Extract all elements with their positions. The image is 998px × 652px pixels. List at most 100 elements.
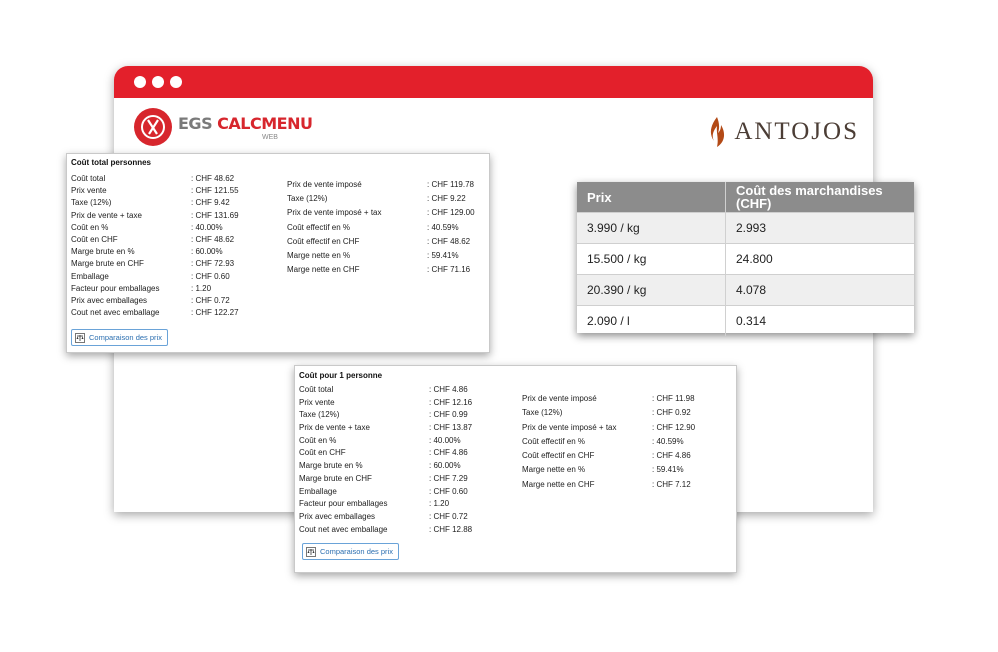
compare-prices-label: Comparaison des prix bbox=[320, 547, 393, 556]
cutlery-icon bbox=[134, 108, 172, 146]
stage: EGS CALCMENU WEB ANTOJOS Coût total pers… bbox=[0, 0, 998, 652]
list-item: Coût effectif en CHF: CHF 4.86 bbox=[522, 451, 732, 465]
logo-sub-web: WEB bbox=[262, 134, 278, 141]
item-label: Coût en CHF bbox=[299, 448, 346, 458]
list-item: Marge brute en CHF: CHF 7.29 bbox=[299, 474, 489, 487]
item-value: : CHF 48.62 bbox=[191, 234, 235, 244]
table-cell-cost: 24.800 bbox=[725, 243, 914, 275]
list-item: Emballage : CHF 0.60 bbox=[299, 487, 489, 500]
item-label: Coût en CHF bbox=[71, 234, 118, 244]
item-label: Marge nette en CHF bbox=[287, 265, 360, 275]
item-value: : CHF 0.99 bbox=[429, 410, 468, 420]
list-item: Prix de vente imposé: CHF 11.98 bbox=[522, 394, 732, 408]
item-value: : CHF 4.86 bbox=[429, 448, 468, 458]
item-value: : 40.00% bbox=[429, 435, 461, 445]
list-item: Prix avec emballages: CHF 0.72 bbox=[71, 296, 261, 308]
item-label: Marge brute en % bbox=[71, 247, 135, 257]
compare-prices-button[interactable]: Comparaison des prix bbox=[71, 329, 168, 346]
item-value: : 40.00% bbox=[191, 222, 223, 232]
table-cell-price: 20.390 / kg bbox=[577, 274, 726, 306]
list-item: Marge brute en % : 60.00% bbox=[71, 247, 261, 259]
item-value: : 40.59% bbox=[652, 436, 684, 446]
person-left-list: Coût total: CHF 4.86 Prix vente: CHF 12.1… bbox=[299, 385, 489, 537]
item-value: : CHF 11.98 bbox=[652, 394, 695, 403]
list-item: Prix de vente imposé: CHF 119.78 bbox=[287, 180, 487, 194]
item-label: Prix vente bbox=[299, 397, 335, 407]
list-item: Coût total: CHF 48.62 bbox=[71, 174, 261, 186]
item-label: Coût total bbox=[71, 174, 106, 183]
item-value: : CHF 4.86 bbox=[652, 451, 691, 461]
item-value: : 60.00% bbox=[191, 247, 223, 257]
item-value: : CHF 7.29 bbox=[429, 473, 468, 483]
scale-icon bbox=[306, 546, 316, 557]
item-value: : CHF 12.88 bbox=[429, 524, 473, 534]
list-item: Taxe (12%): CHF 9.42 bbox=[71, 198, 261, 210]
item-value: : 60.00% bbox=[429, 461, 461, 471]
item-label: Taxe (12%) bbox=[522, 408, 563, 418]
item-label: Coût en % bbox=[71, 222, 109, 232]
person-right-list: Prix de vente imposé: CHF 11.98 Taxe (12%… bbox=[522, 394, 732, 494]
list-item: Prix vente: CHF 121.55 bbox=[71, 186, 261, 198]
item-label: Cout net avec emballage bbox=[71, 308, 160, 318]
item-label: Marge nette en % bbox=[522, 465, 586, 475]
list-item: Prix de vente imposé + tax: CHF 12.90 bbox=[522, 423, 732, 437]
list-item: Emballage : CHF 0.60 bbox=[71, 272, 261, 284]
item-label: Prix de vente + taxe bbox=[299, 423, 370, 433]
item-value: : 40.59% bbox=[427, 222, 459, 232]
list-item: Marge nette en CHF: CHF 7.12 bbox=[522, 480, 732, 494]
list-item: Coût effectif en % : 40.59% bbox=[522, 437, 732, 451]
list-item: Prix avec emballages: CHF 0.72 bbox=[299, 512, 489, 525]
item-label: Marge brute en % bbox=[299, 461, 363, 471]
item-label: Coût effectif en % bbox=[287, 222, 350, 232]
item-value: : CHF 4.86 bbox=[429, 385, 468, 394]
window-dot-icon[interactable] bbox=[152, 76, 164, 88]
item-label: Coût total bbox=[299, 385, 334, 394]
window-dot-icon[interactable] bbox=[170, 76, 182, 88]
list-item: Taxe (12%): CHF 0.99 bbox=[299, 410, 489, 423]
item-value: : CHF 119.78 bbox=[427, 180, 474, 189]
list-item: Marge nette en %: 59.41% bbox=[287, 251, 487, 265]
compare-prices-label: Comparaison des prix bbox=[89, 333, 162, 342]
price-table: Prix Coût des marchandises (CHF) 3.990 /… bbox=[577, 182, 914, 336]
panel-title: Coût total personnes bbox=[71, 158, 152, 167]
item-label: Taxe (12%) bbox=[287, 194, 328, 204]
egs-calcmenu-logo: EGS CALCMENU WEB bbox=[134, 108, 313, 148]
item-label: Coût effectif en % bbox=[522, 436, 585, 446]
table-cell-price: 2.090 / l bbox=[577, 305, 726, 336]
item-value: : CHF 131.69 bbox=[191, 210, 239, 220]
item-value: : 1.20 bbox=[429, 499, 450, 509]
item-label: Prix vente bbox=[71, 186, 107, 196]
table-row: 20.390 / kg 4.078 bbox=[577, 274, 914, 306]
list-item: Coût effectif en % : 40.59% bbox=[287, 223, 487, 237]
item-label: Cout net avec emballage bbox=[299, 524, 388, 534]
item-label: Prix de vente + taxe bbox=[71, 210, 142, 220]
item-value: : CHF 9.22 bbox=[427, 194, 466, 204]
item-value: : CHF 0.60 bbox=[429, 486, 468, 496]
flame-icon bbox=[711, 117, 725, 147]
scale-icon bbox=[75, 332, 85, 343]
list-item: Coût en CHF : CHF 4.86 bbox=[299, 448, 489, 461]
antojos-wordmark: ANTOJOS bbox=[734, 118, 859, 145]
table-cell-price: 15.500 / kg bbox=[577, 243, 726, 275]
item-label: Marge nette en % bbox=[287, 250, 351, 260]
list-item: Prix de vente imposé + tax : CHF 129.00 bbox=[287, 208, 487, 222]
window-dot-icon[interactable] bbox=[134, 76, 146, 88]
table-cell-cost: 2.993 bbox=[725, 212, 914, 244]
item-label: Emballage bbox=[71, 271, 109, 281]
total-cost-panel: Coût total personnes Coût total: CHF 48.… bbox=[66, 153, 490, 353]
item-value: : CHF 0.60 bbox=[191, 271, 230, 281]
item-label: Prix de vente imposé + tax bbox=[287, 208, 382, 218]
list-item: Coût effectif en CHF: CHF 48.62 bbox=[287, 237, 487, 251]
panel-title: Coût pour 1 personne bbox=[299, 371, 383, 380]
logo-text: EGS CALCMENU bbox=[178, 114, 313, 133]
item-label: Facteur pour emballages bbox=[299, 499, 388, 509]
item-value: : CHF 129.00 bbox=[427, 208, 475, 218]
table-row: 15.500 / kg 24.800 bbox=[577, 243, 914, 275]
item-label: Marge nette en CHF bbox=[522, 479, 595, 489]
list-item: Coût en CHF : CHF 48.62 bbox=[71, 235, 261, 247]
item-label: Coût en % bbox=[299, 435, 337, 445]
list-item: Marge nette en CHF: CHF 71.16 bbox=[287, 265, 487, 279]
compare-prices-button[interactable]: Comparaison des prix bbox=[302, 543, 399, 560]
list-item: Taxe (12%) : CHF 9.22 bbox=[287, 194, 487, 208]
item-label: Emballage bbox=[299, 486, 337, 496]
